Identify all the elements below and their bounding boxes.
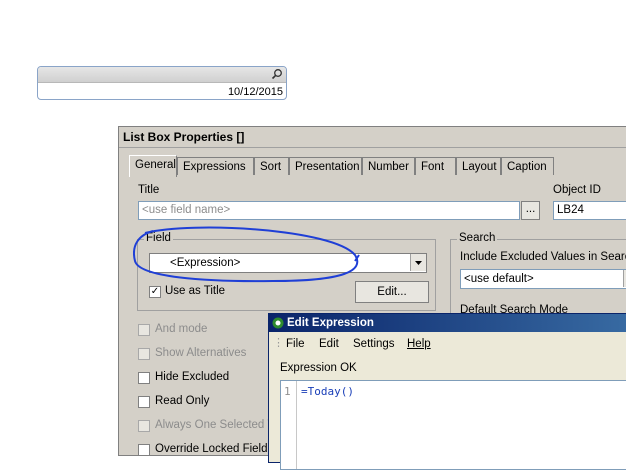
tab-font[interactable]: Font <box>415 157 456 175</box>
tab-layout[interactable]: Layout <box>456 157 501 175</box>
menu-help[interactable]: Help <box>407 338 431 350</box>
edit-expression-dialog: Edit Expression ⋮ File Edit Settings Hel… <box>268 313 626 470</box>
use-as-title-checkbox[interactable]: ✓ <box>149 286 161 298</box>
tab-presentation[interactable]: Presentation <box>289 157 362 175</box>
line-gutter: 1 <box>281 381 297 469</box>
include-excluded-dropdown[interactable]: <use default> <box>460 269 626 289</box>
listbox-object[interactable]: 10/12/2015 <box>37 66 287 100</box>
magnifier-icon[interactable] <box>271 68 283 80</box>
chevron-down-icon[interactable] <box>410 254 426 271</box>
include-excluded-label: Include Excluded Values in Search <box>460 251 626 263</box>
expression-status: Expression OK <box>280 362 357 374</box>
listbox-value[interactable]: 10/12/2015 <box>228 86 283 98</box>
always-one-selected-label: Always One Selected V <box>155 419 276 431</box>
edit-button[interactable]: Edit... <box>355 281 429 303</box>
menu-grip-icon: ⋮ <box>273 337 284 349</box>
search-group-label: Search <box>457 232 498 244</box>
tab-general[interactable]: General <box>129 155 177 177</box>
title-label: Title <box>138 184 160 196</box>
line-number: 1 <box>284 385 291 398</box>
hide-excluded-label: Hide Excluded <box>155 371 230 383</box>
and-mode-checkbox[interactable] <box>138 324 150 336</box>
object-id-input[interactable]: LB24 <box>553 201 626 220</box>
edit-expression-title-text: Edit Expression <box>287 317 374 329</box>
hide-excluded-checkbox[interactable] <box>138 372 150 384</box>
tab-expressions[interactable]: Expressions <box>177 157 254 175</box>
expression-code[interactable]: =Today() <box>301 385 354 398</box>
read-only-checkbox[interactable] <box>138 396 150 408</box>
override-locked-field-checkbox[interactable] <box>138 444 150 456</box>
dialog-title: List Box Properties [] <box>119 127 626 148</box>
annotation-circle <box>133 226 360 283</box>
listbox-caption-bar[interactable] <box>38 67 286 83</box>
read-only-label: Read Only <box>155 395 210 407</box>
always-one-selected-checkbox[interactable] <box>138 420 150 432</box>
show-alternatives-label: Show Alternatives <box>155 347 247 359</box>
app-icon <box>272 317 284 329</box>
tab-sort[interactable]: Sort <box>254 157 289 175</box>
include-excluded-value: <use default> <box>464 273 534 285</box>
override-locked-field-label: Override Locked Field <box>155 443 268 455</box>
title-input[interactable]: <use field name> <box>138 201 520 220</box>
tab-caption[interactable]: Caption <box>501 157 554 175</box>
title-expression-button[interactable]: ... <box>521 201 540 220</box>
edit-expression-title: Edit Expression <box>269 314 626 332</box>
object-id-label: Object ID <box>553 184 601 196</box>
show-alternatives-checkbox[interactable] <box>138 348 150 360</box>
menu-edit[interactable]: Edit <box>319 338 339 350</box>
menu-file[interactable]: File <box>286 338 305 350</box>
menu-settings[interactable]: Settings <box>353 338 395 350</box>
tab-number[interactable]: Number <box>362 157 415 175</box>
and-mode-label: And mode <box>155 323 208 335</box>
expression-editor[interactable]: 1 =Today() <box>280 380 626 470</box>
